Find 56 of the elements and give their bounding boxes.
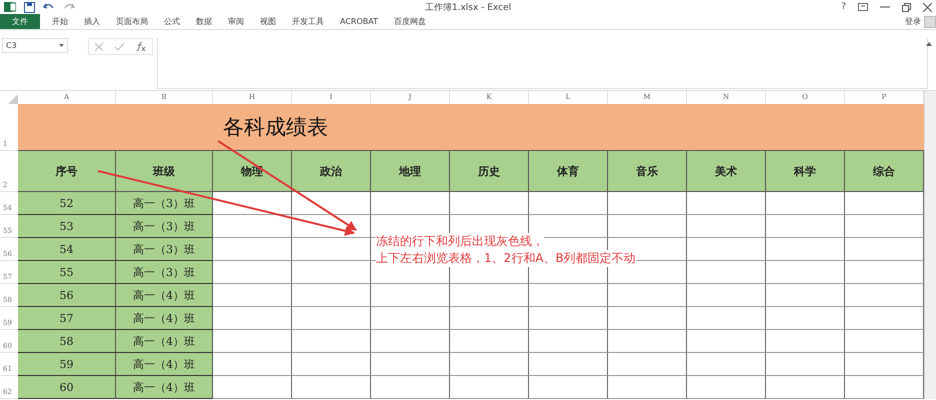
table-cell: 55 [18,261,116,284]
header-cell: 体育 [529,151,608,192]
ribbon-tab[interactable]: 数据 [188,14,220,29]
header-cell: 综合 [845,151,924,192]
table-cell: 57 [18,307,116,330]
table-cell: 60 [18,376,116,399]
header-cell: 历史 [450,151,529,192]
function-icon[interactable] [136,42,146,51]
title-cell: 各科成绩表 [18,104,924,151]
table-cell: 高一（4）班 [116,284,213,307]
collapse-icon[interactable] [926,42,932,46]
table-cell: 高一（4）班 [116,307,213,330]
table-cell: 高一（3）班 [116,192,213,215]
table-cell: 高一（3）班 [116,238,213,261]
ribbon-tab[interactable]: 百度网盘 [386,14,434,29]
ribbon-tab[interactable]: ACROBAT [332,14,386,29]
table-cell: 59 [18,353,116,376]
annotation-text: 上下左右浏览表格，1、2行和A、B列都固定不动 [376,250,636,267]
ribbon-tab[interactable]: 开发工具 [284,14,332,29]
table-cell: 高一（3）班 [116,261,213,284]
header-cell: 政治 [292,151,371,192]
table-cell: 58 [18,330,116,353]
dropdown-icon[interactable] [59,44,64,47]
table-cell: 52 [18,192,116,215]
table-cell: 53 [18,215,116,238]
table-cell: 高一（4）班 [116,330,213,353]
file-tab[interactable]: 文件 [0,14,40,29]
ribbon-tab[interactable]: 审阅 [220,14,252,29]
table-cell: 高一（3）班 [116,215,213,238]
ribbon-tab[interactable]: 公式 [156,14,188,29]
table-cell: 高一（4）班 [116,376,213,399]
help-button[interactable]: ? [841,2,846,12]
close-icon[interactable] [923,2,932,12]
header-cell: 音乐 [608,151,687,192]
name-box[interactable]: C3 [2,38,68,53]
save-icon[interactable] [24,2,35,12]
table-cell: 54 [18,238,116,261]
restore-icon[interactable] [902,2,911,12]
annotation-text: 冻结的行下和列后出现灰色线， [376,233,544,250]
window-title: 工作簿1.xlsx - Excel [424,2,512,14]
header-cell: 科学 [766,151,845,192]
header-cell: 班级 [116,151,213,192]
table-cell: 56 [18,284,116,307]
ribbon-tab[interactable]: 页面布局 [108,14,156,29]
ribbon-tab[interactable]: 开始 [44,14,76,29]
header-cell: 序号 [18,151,116,192]
ribbon-tab[interactable]: 插入 [76,14,108,29]
header-cell: 美术 [687,151,766,192]
sign-in-link[interactable]: 登录 [905,16,921,27]
ribbon-display-icon[interactable] [858,3,868,11]
table-cell: 高一（4）班 [116,353,213,376]
formula-input[interactable] [157,38,928,89]
minimize-icon[interactable] [880,6,890,8]
vertical-scrollbar[interactable] [924,91,936,399]
ribbon-tab[interactable]: 视图 [252,14,284,29]
header-cell: 地理 [371,151,450,192]
